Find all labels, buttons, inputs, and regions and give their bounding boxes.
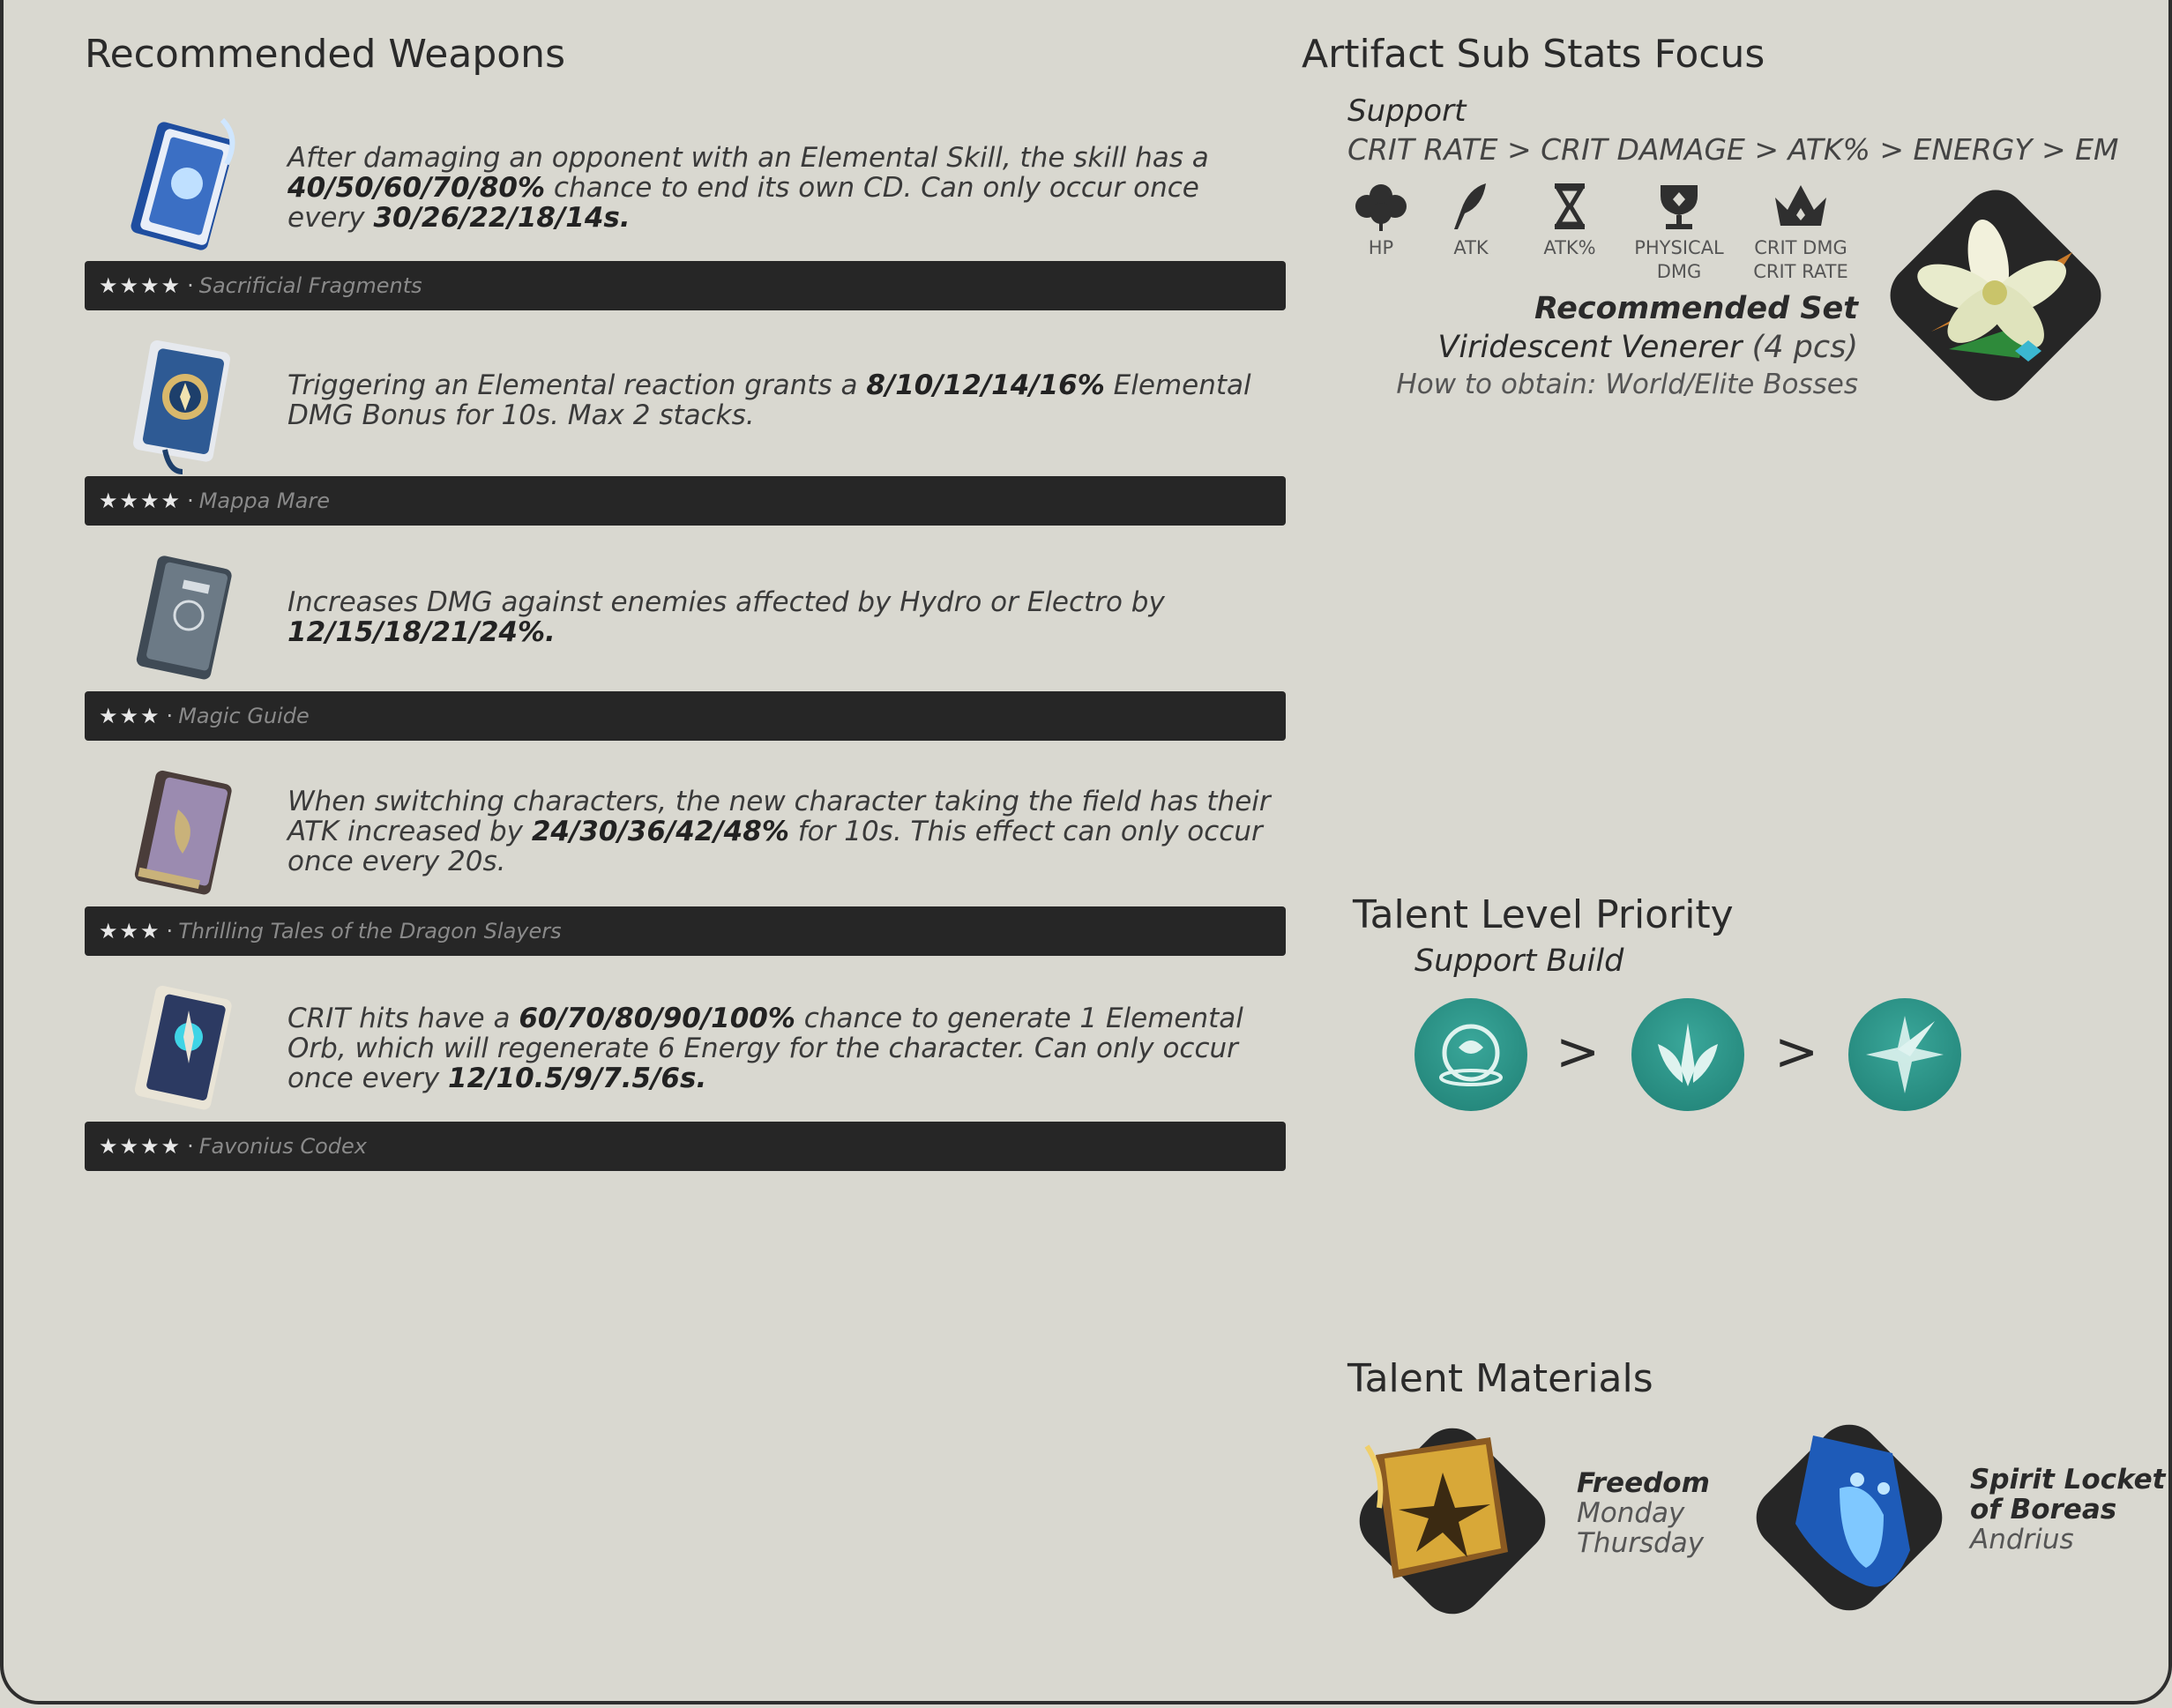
plume-icon [1454,183,1486,229]
spirit-locket-icon [1795,1436,1910,1587]
flower-icon [1355,184,1407,231]
set-obtain: How to obtain: World/Elite Bosses [1396,369,1858,400]
weapon-card[interactable]: CRIT hits have a 60/70/80/90/100% chance… [85,972,1286,1171]
weapon-card[interactable]: Triggering an Elemental reaction grants … [85,326,1286,526]
talent-skill-2[interactable] [1631,998,1744,1111]
talent-skill-3[interactable] [1848,998,1961,1111]
weapon-description: After damaging an opponent with an Eleme… [287,142,1209,234]
rarity-stars: ★★★★ [99,1134,183,1159]
weapon-bar: ★★★★ · Favonius Codex [85,1122,1286,1171]
weapons-title: Recommended Weapons [85,32,565,77]
artifact-role: Support [1347,93,1467,129]
stat-physical-dmg: PHYSICAL DMG [1628,180,1730,284]
weapon-description: When switching characters, the new chara… [287,786,1271,877]
recommended-set-label: Recommended Set [1534,291,1858,326]
weapon-card[interactable]: When switching characters, the new chara… [85,757,1286,956]
weapon-name: Favonius Codex [198,1134,367,1159]
elemental-burst-icon [1658,1023,1718,1086]
set-name: Viridescent Venerer [1437,330,1743,365]
weapon-description: Increases DMG against enemies affected b… [287,586,1165,648]
set-pieces: (4 pcs) [1751,330,1858,365]
elemental-skill-icon [1439,1024,1503,1086]
weapon-name: Sacrificial Fragments [198,273,422,298]
circlet-icon [1775,185,1826,226]
weapon-description: Triggering an Elemental reaction grants … [287,369,1251,431]
artifact-title: Artifact Sub Stats Focus [1302,32,1765,77]
weapon-bar: ★★★ · Thrilling Tales of the Dragon Slayer… [85,906,1286,956]
rarity-stars: ★★★★ [99,489,183,513]
rarity-stars: ★★★★ [99,273,183,298]
talent-skill-1[interactable] [1414,998,1527,1111]
sacrificial-fragments-icon [131,117,235,250]
viridescent-flower-icon [1917,220,2072,362]
rarity-stars: ★★★ [99,919,161,944]
sands-icon [1554,183,1586,229]
material-name-line2: of Boreas [1970,1494,2117,1525]
priority-separator: > [1774,1021,1819,1083]
weapon-bar: ★★★★ · Mappa Mare [85,476,1286,526]
normal-attack-icon [1866,1016,1944,1093]
set-name-line: Viridescent Venerer (4 pcs) [1437,330,1858,365]
talent-priority-title: Talent Level Priority [1353,892,1734,937]
stat-atk-percent: ATK% [1534,180,1605,260]
weapon-name: Thrilling Tales of the Dragon Slayers [178,919,562,944]
freedom-book-icon [1364,1437,1508,1578]
mappa-mare-icon [133,340,230,474]
material-name-line1: Spirit Locket [1970,1464,2166,1495]
material-name: Freedom [1577,1467,1710,1499]
stat-crit: CRIT DMG CRIT RATE [1746,180,1855,284]
material-source: Andrius [1970,1524,2074,1555]
weapon-bar: ★★★ · Magic Guide [85,691,1286,741]
talent-build: Support Build [1414,944,1624,979]
talent-materials-title: Talent Materials [1347,1356,1653,1401]
rarity-stars: ★★★ [99,704,161,728]
weapon-name: Mappa Mare [198,489,330,513]
stat-hp: HP [1346,180,1416,260]
weapon-description: CRIT hits have a 60/70/80/90/100% chance… [287,1003,1243,1094]
stat-atk: ATK [1436,180,1506,260]
favonius-codex-icon [134,985,232,1110]
weapon-bar: ★★★★ · Sacrificial Fragments [85,261,1286,310]
material-day-2: Thursday [1577,1527,1705,1559]
magic-guide-icon [136,556,232,680]
thrilling-tales-icon [134,770,232,895]
material-day-1: Monday [1577,1497,1685,1529]
weapon-card[interactable]: Increases DMG against enemies affected b… [85,541,1286,741]
stat-priority: CRIT RATE > CRIT DAMAGE > ATK% > ENERGY … [1347,132,2119,167]
goblet-icon [1661,185,1698,229]
priority-separator: > [1556,1021,1601,1083]
weapon-card[interactable]: After damaging an opponent with an Eleme… [85,111,1286,310]
weapon-name: Magic Guide [178,704,310,728]
